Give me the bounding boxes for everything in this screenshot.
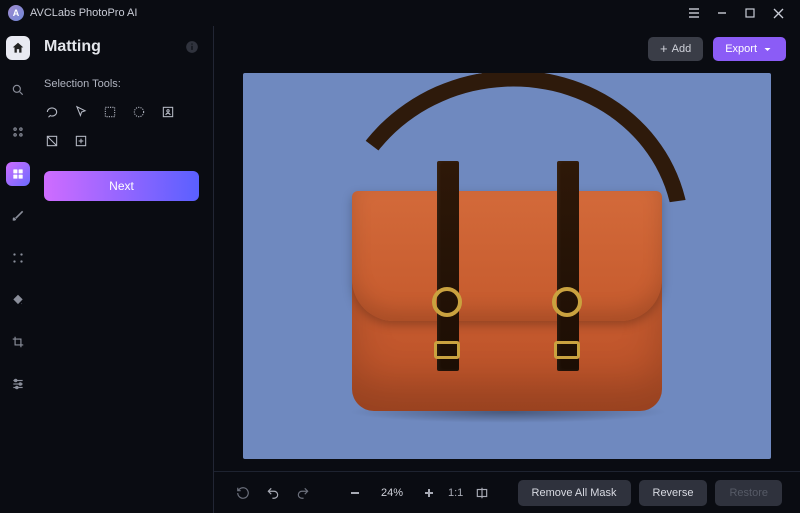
marquee-ellipse-icon[interactable]	[131, 104, 147, 120]
matting-icon[interactable]	[6, 162, 30, 186]
app-logo: A	[8, 5, 24, 21]
add-button-label: Add	[672, 43, 692, 55]
panel-title: Matting	[44, 38, 101, 56]
bottom-bar: 24% 1:1 Remove All Mask Reverse Restore	[214, 471, 800, 513]
reverse-button[interactable]: Reverse	[639, 480, 708, 506]
titlebar: A AVCLabs PhotoPro AI	[0, 0, 800, 26]
add-button[interactable]: +Add	[648, 37, 703, 61]
enhance-icon[interactable]	[6, 78, 30, 102]
subject-select-icon[interactable]	[160, 104, 176, 120]
zoom-in-icon[interactable]	[418, 482, 440, 504]
next-button[interactable]: Next	[44, 171, 199, 201]
zoom-out-icon[interactable]	[344, 482, 366, 504]
zoom-value: 24%	[378, 487, 406, 499]
invert-select-icon[interactable]	[44, 133, 60, 149]
export-button[interactable]: Export	[713, 37, 786, 61]
menu-icon[interactable]	[680, 1, 708, 25]
adjust-icon[interactable]	[6, 372, 30, 396]
pointer-tool-icon[interactable]	[73, 104, 89, 120]
crop-icon[interactable]	[6, 330, 30, 354]
ai-tools-icon[interactable]	[6, 120, 30, 144]
side-panel: Matting Selection Tools: Next	[36, 26, 214, 513]
fit-actual-button[interactable]: 1:1	[448, 482, 463, 504]
fit-screen-icon[interactable]	[471, 482, 493, 504]
chevron-down-icon	[763, 45, 772, 54]
tool-rail	[0, 26, 36, 513]
image-canvas[interactable]	[243, 73, 771, 459]
selection-tool-row	[44, 104, 199, 149]
blur-icon[interactable]	[6, 246, 30, 270]
maximize-icon[interactable]	[736, 1, 764, 25]
refresh-icon[interactable]	[232, 482, 254, 504]
main-area: +Add Export 24%	[214, 26, 800, 513]
redo-icon[interactable]	[292, 482, 314, 504]
selection-tools-label: Selection Tools:	[44, 78, 199, 90]
marquee-rect-icon[interactable]	[102, 104, 118, 120]
info-icon[interactable]	[185, 40, 199, 54]
app-title: AVCLabs PhotoPro AI	[30, 7, 137, 19]
magic-erase-icon[interactable]	[6, 204, 30, 228]
subject-image	[332, 151, 682, 421]
minimize-icon[interactable]	[708, 1, 736, 25]
paint-bucket-icon[interactable]	[6, 288, 30, 312]
app-body: Matting Selection Tools: Next +Add Expor…	[0, 26, 800, 513]
home-icon[interactable]	[6, 36, 30, 60]
top-action-bar: +Add Export	[214, 26, 800, 72]
export-button-label: Export	[725, 43, 757, 55]
lasso-tool-icon[interactable]	[44, 104, 60, 120]
restore-button[interactable]: Restore	[715, 480, 782, 506]
undo-icon[interactable]	[262, 482, 284, 504]
add-select-icon[interactable]	[73, 133, 89, 149]
close-icon[interactable]	[764, 1, 792, 25]
remove-all-mask-button[interactable]: Remove All Mask	[518, 480, 631, 506]
canvas-wrap	[214, 72, 800, 471]
